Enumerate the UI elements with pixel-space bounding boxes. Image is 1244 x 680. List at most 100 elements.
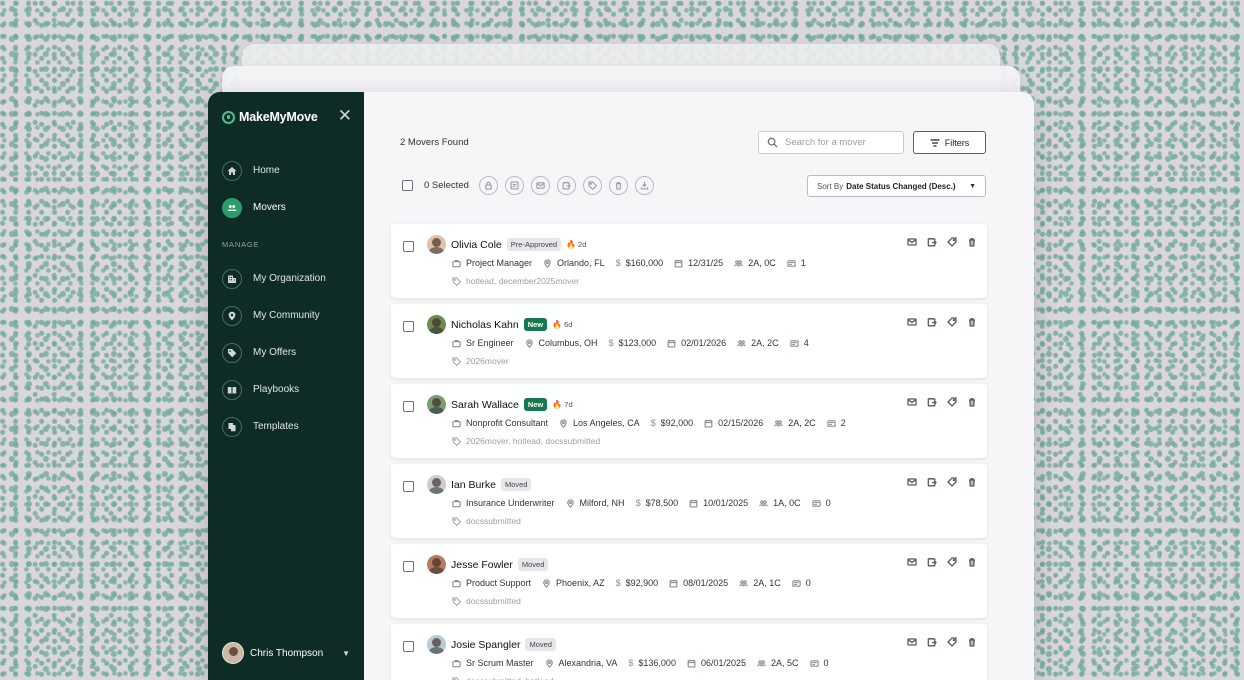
chevron-down-icon: ▼ <box>969 182 976 190</box>
trash-icon[interactable] <box>608 176 628 195</box>
tag-icon[interactable] <box>582 176 602 195</box>
trash-icon[interactable] <box>967 557 977 567</box>
close-icon[interactable]: ✕ <box>338 107 352 125</box>
calendar-move-icon[interactable] <box>927 397 937 407</box>
card-actions <box>897 477 977 487</box>
sort-dropdown[interactable]: Sort By Date Status Changed (Desc.) ▼ <box>807 175 986 197</box>
mover-card[interactable]: Jesse Fowler Moved 🔥 Product Support Pho… <box>391 544 987 618</box>
mover-card[interactable]: Sarah Wallace New 🔥 7d Nonprofit Consulta… <box>391 384 987 458</box>
calendar-icon <box>667 339 676 348</box>
sidebar-item-my-organization[interactable]: My Organization <box>208 260 364 297</box>
mail-icon[interactable] <box>530 176 550 195</box>
mail-icon[interactable] <box>907 237 917 247</box>
calendar-move-icon[interactable] <box>927 637 937 647</box>
mover-name[interactable]: Jesse Fowler <box>451 559 513 571</box>
users-icon <box>774 419 784 426</box>
date-field: 08/01/2025 <box>669 578 728 588</box>
avatar <box>427 475 446 494</box>
mover-checkbox[interactable] <box>403 561 414 572</box>
calendar-move-icon[interactable] <box>927 317 937 327</box>
trash-icon[interactable] <box>967 637 977 647</box>
trash-icon[interactable] <box>967 397 977 407</box>
avatar <box>427 555 446 574</box>
sidebar-item-movers[interactable]: Movers <box>208 189 364 226</box>
calendar-move-icon[interactable] <box>927 237 937 247</box>
tag-icon <box>222 342 242 363</box>
card-actions <box>897 557 977 567</box>
mover-card[interactable]: Nicholas Kahn New 🔥 6d Sr Engineer Columb… <box>391 304 987 378</box>
download-icon[interactable] <box>634 176 654 195</box>
tag-icon[interactable] <box>947 317 957 327</box>
flame-icon: 🔥 <box>566 240 577 249</box>
mover-checkbox[interactable] <box>403 641 414 652</box>
location-pin-icon <box>560 418 567 428</box>
mover-checkbox[interactable] <box>403 401 414 412</box>
tag-icon[interactable] <box>947 637 957 647</box>
mover-card[interactable]: Josie Spangler Moved 🔥 Sr Scrum Master A… <box>391 624 987 680</box>
lock-icon[interactable] <box>478 176 498 195</box>
note-icon[interactable] <box>504 176 524 195</box>
mail-icon[interactable] <box>907 637 917 647</box>
briefcase-icon <box>452 659 461 667</box>
select-all-checkbox[interactable] <box>402 180 413 191</box>
tag-icon[interactable] <box>947 397 957 407</box>
dollar-icon: $ <box>608 338 614 348</box>
mover-name[interactable]: Josie Spangler <box>451 639 520 651</box>
budget-field: $ $160,000 <box>616 258 664 268</box>
mover-name[interactable]: Sarah Wallace <box>451 399 519 411</box>
mover-checkbox[interactable] <box>403 321 414 332</box>
briefcase-icon <box>452 499 461 507</box>
tags-text: docssubmitted, hotlead <box>466 676 553 680</box>
mail-icon[interactable] <box>907 477 917 487</box>
search-input[interactable]: Search for a mover <box>758 131 904 154</box>
copy-icon <box>222 416 242 437</box>
document-icon <box>790 339 799 347</box>
docs-field: 4 <box>790 338 809 348</box>
calendar-move-icon[interactable] <box>927 477 937 487</box>
mover-name[interactable]: Olivia Cole <box>451 239 502 251</box>
mover-card[interactable]: Ian Burke Moved 🔥 Insurance Underwriter … <box>391 464 987 538</box>
location-text: Milford, NH <box>579 498 625 508</box>
age-text: 7d <box>564 400 573 409</box>
trash-icon[interactable] <box>967 317 977 327</box>
status-badge: Moved <box>525 638 556 651</box>
location-text: Columbus, OH <box>538 338 598 348</box>
tag-icon[interactable] <box>947 477 957 487</box>
date-field: 10/01/2025 <box>689 498 748 508</box>
mover-details: Nonprofit Consultant Los Angeles, CA $ $9… <box>452 418 857 428</box>
document-icon <box>787 259 796 267</box>
mover-card[interactable]: Olivia Cole Pre-Approved 🔥 2d Project Man… <box>391 224 987 298</box>
location-pin-icon <box>545 658 553 668</box>
sidebar-item-templates[interactable]: Templates <box>208 408 364 445</box>
mail-icon[interactable] <box>907 557 917 567</box>
trash-icon[interactable] <box>967 237 977 247</box>
sidebar-item-my-community[interactable]: My Community <box>208 297 364 334</box>
mover-name[interactable]: Nicholas Kahn <box>451 319 519 331</box>
filters-button[interactable]: Filters <box>913 131 986 154</box>
calendar-move-icon[interactable] <box>927 557 937 567</box>
mover-checkbox[interactable] <box>403 241 414 252</box>
tag-icon[interactable] <box>947 237 957 247</box>
calendar-move-icon[interactable] <box>556 176 576 195</box>
job-text: Project Manager <box>466 258 533 268</box>
tag-icon[interactable] <box>947 557 957 567</box>
mover-checkbox[interactable] <box>403 481 414 492</box>
trash-icon[interactable] <box>967 477 977 487</box>
results-count: 2 Movers Found <box>400 137 469 148</box>
dollar-icon: $ <box>615 258 621 268</box>
budget-text: $78,500 <box>645 498 679 508</box>
mover-tags: docssubmitted <box>452 516 521 526</box>
mover-name[interactable]: Ian Burke <box>451 479 496 491</box>
mover-tags: 2026mover <box>452 356 509 366</box>
sidebar-item-my-offers[interactable]: My Offers <box>208 334 364 371</box>
home-icon <box>222 160 242 181</box>
mail-icon[interactable] <box>907 317 917 327</box>
search-placeholder: Search for a mover <box>785 137 866 148</box>
card-actions <box>897 637 977 647</box>
sidebar-item-playbooks[interactable]: Playbooks <box>208 371 364 408</box>
user-menu[interactable]: Chris Thompson ▼ <box>222 642 350 664</box>
sidebar-item-home[interactable]: Home <box>208 152 364 189</box>
mail-icon[interactable] <box>907 397 917 407</box>
location-text: Alexandria, VA <box>558 658 618 668</box>
job-field: Sr Scrum Master <box>452 658 534 668</box>
